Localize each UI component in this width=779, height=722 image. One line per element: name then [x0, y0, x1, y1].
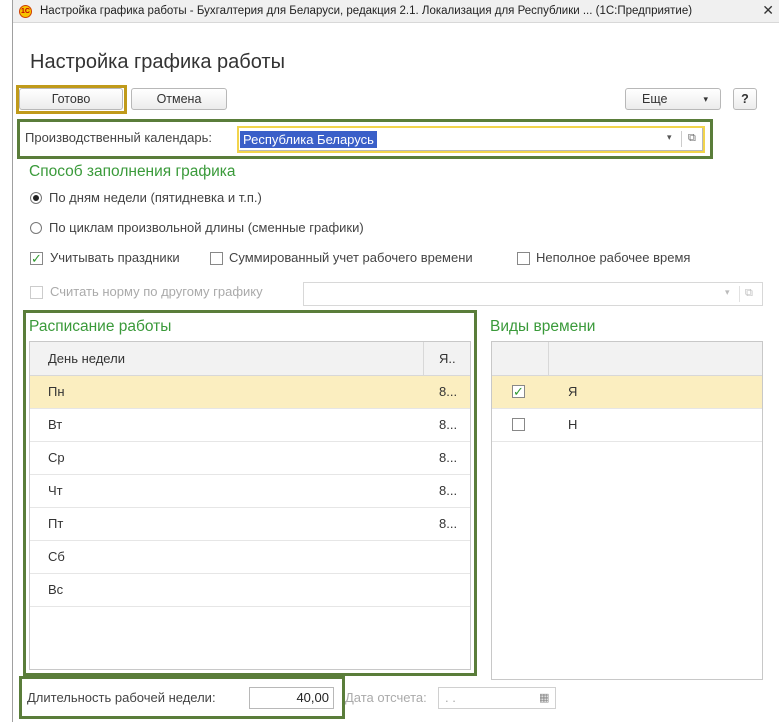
- time-types-title: Виды времени: [490, 318, 596, 335]
- start-date-input: . . ▦: [438, 687, 556, 709]
- cell-day: Сб: [48, 549, 65, 564]
- chevron-down-icon: ▾: [703, 93, 708, 104]
- column-divider: [548, 342, 549, 375]
- summarized-label[interactable]: Суммированный учет рабочего времени: [229, 250, 473, 265]
- time-type-checkbox[interactable]: [512, 418, 525, 431]
- table-row[interactable]: Пн 8...: [30, 376, 470, 409]
- week-duration-label: Длительность рабочей недели:: [27, 690, 216, 705]
- dropdown-arrow-icon: ▾: [725, 287, 730, 297]
- cell-day: Ср: [48, 450, 65, 465]
- check-icon: ✓: [31, 251, 42, 266]
- table-row[interactable]: Н: [492, 409, 762, 442]
- cell-hours: 8...: [439, 450, 458, 465]
- settings-window: 1С Настройка графика работы - Бухгалтери…: [12, 0, 779, 722]
- time-types-table[interactable]: ✓ Я Н: [491, 341, 763, 680]
- start-date-value: . .: [445, 690, 456, 705]
- column-divider: [423, 342, 424, 375]
- other-schedule-label: Считать норму по другому графику: [50, 284, 263, 299]
- time-types-table-header: [492, 342, 762, 376]
- time-type-checkbox[interactable]: ✓: [512, 385, 525, 398]
- radio-by-weekdays[interactable]: [30, 192, 42, 204]
- cell-day: Пт: [48, 516, 64, 531]
- cell-hours: 8...: [439, 483, 458, 498]
- other-schedule-checkbox[interactable]: [30, 286, 43, 299]
- holidays-checkbox[interactable]: ✓: [30, 252, 43, 265]
- column-header-hours[interactable]: Я..: [439, 342, 456, 375]
- help-button[interactable]: ?: [733, 88, 757, 110]
- table-row[interactable]: Вт 8...: [30, 409, 470, 442]
- table-row[interactable]: Сб: [30, 541, 470, 574]
- table-row[interactable]: ✓ Я: [492, 376, 762, 409]
- radio-by-weekdays-label[interactable]: По дням недели (пятидневка и т.п.): [49, 190, 262, 205]
- cell-code: Я: [568, 384, 578, 399]
- summarized-checkbox[interactable]: [210, 252, 223, 265]
- title-bar: 1С Настройка графика работы - Бухгалтери…: [13, 0, 779, 23]
- cell-day: Чт: [48, 483, 63, 498]
- table-row[interactable]: Ср 8...: [30, 442, 470, 475]
- other-schedule-select: ▾ ⧉: [303, 282, 763, 306]
- week-duration-input[interactable]: 40,00: [249, 687, 334, 709]
- more-button[interactable]: Еще ▾: [625, 88, 721, 110]
- schedule-table-header: День недели Я..: [30, 342, 470, 376]
- part-time-label[interactable]: Неполное рабочее время: [536, 250, 690, 265]
- calendar-focus-outline: [237, 126, 705, 153]
- start-date-label: Дата отсчета:: [345, 690, 427, 705]
- check-icon: ✓: [513, 384, 524, 399]
- cell-day: Вт: [48, 417, 63, 432]
- calendar-icon: ▦: [539, 692, 550, 704]
- table-row[interactable]: Вс: [30, 574, 470, 607]
- cancel-button[interactable]: Отмена: [131, 88, 227, 110]
- app-logo-icon: 1С: [19, 4, 32, 18]
- ok-button-highlight: [16, 85, 127, 114]
- page-title: Настройка графика работы: [30, 51, 285, 73]
- radio-by-cycles[interactable]: [30, 222, 42, 234]
- cell-day: Вс: [48, 582, 64, 597]
- table-row[interactable]: Чт 8...: [30, 475, 470, 508]
- cell-code: Н: [568, 417, 578, 432]
- window-title: Настройка графика работы - Бухгалтерия д…: [40, 5, 693, 17]
- app-logo-text: 1С: [21, 7, 30, 15]
- radio-by-cycles-label[interactable]: По циклам произвольной длины (сменные гр…: [49, 220, 364, 235]
- cell-day: Пн: [48, 384, 65, 399]
- column-header-day[interactable]: День недели: [48, 342, 125, 375]
- more-label: Еще: [642, 92, 668, 106]
- open-icon: ⧉: [745, 287, 753, 299]
- schedule-table[interactable]: День недели Я.. Пн 8... Вт 8... Ср 8... …: [29, 341, 471, 670]
- table-row[interactable]: Пт 8...: [30, 508, 470, 541]
- part-time-checkbox[interactable]: [517, 252, 530, 265]
- combo-divider: [739, 286, 740, 302]
- holidays-label[interactable]: Учитывать праздники: [50, 250, 180, 265]
- close-icon[interactable]: ✕: [762, 2, 774, 19]
- calendar-label: Производственный календарь:: [25, 130, 212, 145]
- schedule-title: Расписание работы: [29, 318, 172, 335]
- cell-hours: 8...: [439, 516, 458, 531]
- fill-method-title: Способ заполнения графика: [29, 163, 236, 180]
- cell-hours: 8...: [439, 384, 458, 399]
- cell-hours: 8...: [439, 417, 458, 432]
